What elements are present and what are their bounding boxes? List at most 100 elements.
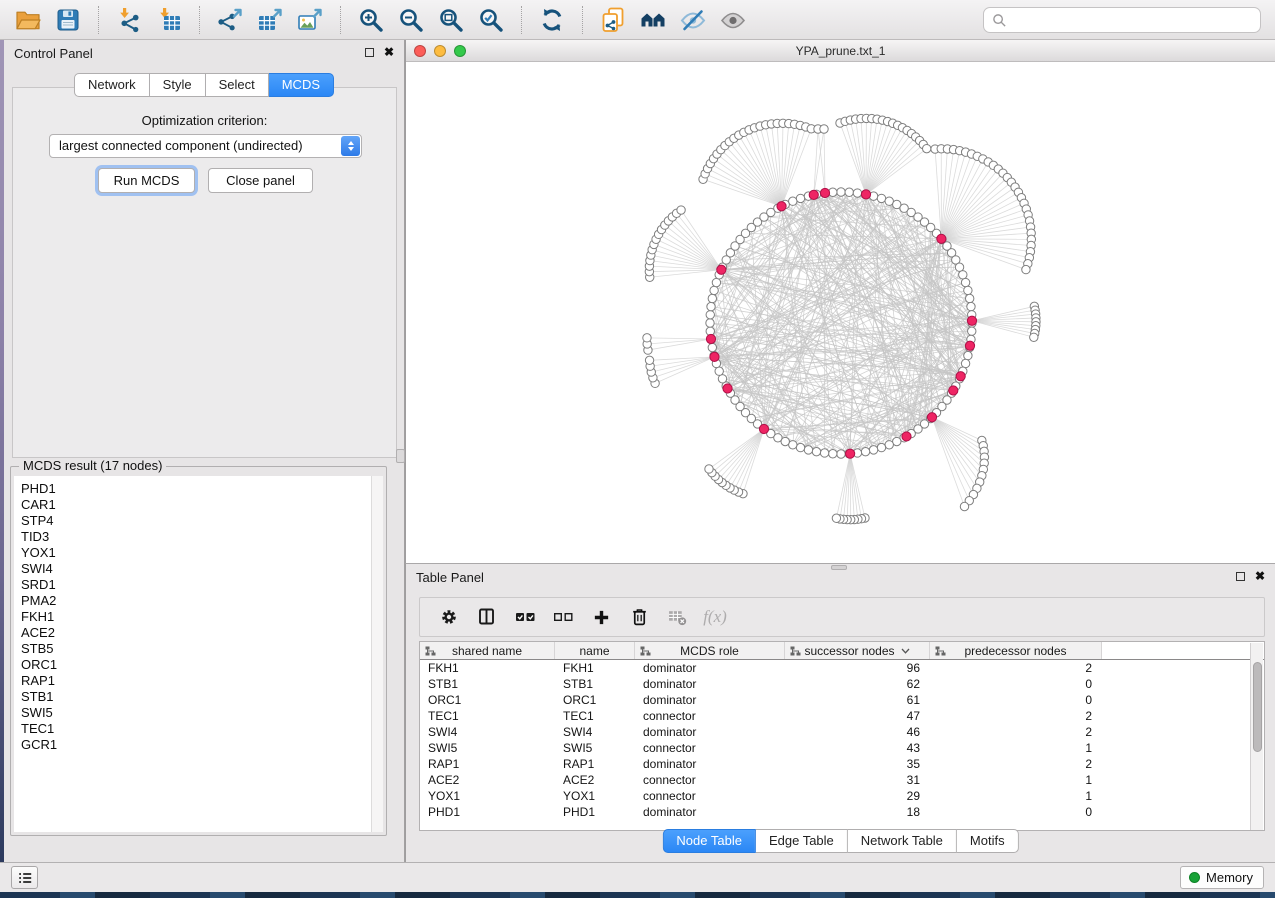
column-header-predecessor-nodes[interactable]: predecessor nodes [930,642,1102,659]
open-file-icon [15,7,41,33]
tab-style[interactable]: Style [150,73,206,97]
close-panel-button-2[interactable]: Close panel [208,168,313,193]
table-cell: 1 [930,740,1102,756]
mcds-result-item[interactable]: PMA2 [14,593,383,609]
mcds-result-item[interactable]: GCR1 [14,737,383,753]
column-browser-icon [477,607,497,627]
table-cell: 29 [785,788,930,804]
mcds-result-item[interactable]: CAR1 [14,497,383,513]
mcds-result-item[interactable]: STP4 [14,513,383,529]
toolbar-separator [98,6,99,34]
run-mcds-button[interactable]: Run MCDS [98,168,195,193]
table-row[interactable]: RAP1RAP1dominator352 [420,756,1264,772]
mcds-result-item[interactable]: STB5 [14,641,383,657]
float-table-panel-button[interactable] [1236,572,1245,581]
import-network-button[interactable] [109,3,149,37]
mcds-result-item[interactable]: ACE2 [14,625,383,641]
table-scrollbar-thumb[interactable] [1253,662,1262,752]
table-row[interactable]: FKH1FKH1dominator962 [420,660,1264,676]
clone-network-button[interactable] [593,3,633,37]
table-row[interactable]: TEC1TEC1connector472 [420,708,1264,724]
export-table-button[interactable] [250,3,290,37]
column-header-shared-name[interactable]: shared name [420,642,555,659]
network-canvas[interactable] [406,62,1275,562]
float-panel-button[interactable] [365,48,374,57]
refresh-network-button[interactable] [532,3,572,37]
mcds-result-group: MCDS result (17 nodes) PHD1CAR1STP4TID3Y… [10,466,387,836]
zoom-out-button[interactable] [391,3,431,37]
export-network-button[interactable] [210,3,250,37]
save-session-button[interactable] [48,3,88,37]
table-row[interactable]: SWI4SWI4dominator462 [420,724,1264,740]
table-cell: PHD1 [420,804,555,820]
mcds-result-item[interactable]: FKH1 [14,609,383,625]
tab-network-table[interactable]: Network Table [848,829,957,853]
close-panel-button[interactable]: ✖ [384,47,394,57]
shared-column-icon [640,646,651,656]
tab-motifs[interactable]: Motifs [957,829,1019,853]
memory-button[interactable]: Memory [1180,866,1264,889]
zoom-selected-button[interactable] [471,3,511,37]
table-cell: connector [635,708,785,724]
tab-edge-table[interactable]: Edge Table [756,829,848,853]
select-all-rows-button[interactable] [506,601,544,633]
export-image-button[interactable] [290,3,330,37]
table-row[interactable]: ORC1ORC1dominator610 [420,692,1264,708]
hide-selected-button[interactable] [673,3,713,37]
unselect-all-rows-button[interactable] [544,601,582,633]
mcds-list-scrollbar[interactable] [371,476,383,832]
first-neighbors-button[interactable] [633,3,673,37]
table-cell: ORC1 [555,692,635,708]
table-row[interactable]: SWI5SWI5connector431 [420,740,1264,756]
column-header-MCDS-role[interactable]: MCDS role [635,642,785,659]
close-window-button[interactable] [414,45,426,57]
table-cell: 47 [785,708,930,724]
add-row-button[interactable] [582,601,620,633]
table-cell: YOX1 [555,788,635,804]
close-table-panel-button[interactable]: ✖ [1255,571,1265,581]
tab-node-table[interactable]: Node Table [662,829,756,853]
table-row[interactable]: YOX1YOX1connector291 [420,788,1264,804]
column-settings-button[interactable] [430,601,468,633]
column-header-name[interactable]: name [555,642,635,659]
zoom-fit-button[interactable] [431,3,471,37]
select-all-rows-icon [515,607,536,627]
column-header-successor-nodes[interactable]: successor nodes [785,642,930,659]
maximize-window-button[interactable] [454,45,466,57]
table-cell: 0 [930,804,1102,820]
open-file-button[interactable] [8,3,48,37]
mcds-result-item[interactable]: PHD1 [14,481,383,497]
mcds-result-item[interactable]: YOX1 [14,545,383,561]
delete-table-button[interactable] [658,601,696,633]
column-browser-button[interactable] [468,601,506,633]
zoom-in-button[interactable] [351,3,391,37]
panel-splitter-grip[interactable] [396,449,405,463]
table-row[interactable]: ACE2ACE2connector311 [420,772,1264,788]
mcds-result-item[interactable]: TID3 [14,529,383,545]
optimization-criterion-select[interactable]: largest connected component (undirected) [49,134,362,158]
mcds-result-item[interactable]: STB1 [14,689,383,705]
mcds-result-item[interactable]: SWI5 [14,705,383,721]
table-row[interactable]: PHD1PHD1dominator180 [420,804,1264,820]
task-history-button[interactable] [11,866,38,889]
tab-mcds[interactable]: MCDS [269,73,334,97]
tab-network[interactable]: Network [74,73,150,97]
mcds-result-list[interactable]: PHD1CAR1STP4TID3YOX1SWI4SRD1PMA2FKH1ACE2… [14,476,383,832]
table-scrollbar[interactable] [1250,643,1263,830]
memory-label: Memory [1206,870,1253,885]
mcds-result-item[interactable]: SRD1 [14,577,383,593]
function-builder-button[interactable]: f(x) [696,601,734,633]
mcds-result-item[interactable]: TEC1 [14,721,383,737]
export-image-icon [297,7,323,33]
mcds-result-item[interactable]: RAP1 [14,673,383,689]
import-table-button[interactable] [149,3,189,37]
show-all-button[interactable] [713,3,753,37]
mcds-result-item[interactable]: SWI4 [14,561,383,577]
delete-row-icon [630,607,649,627]
search-input[interactable] [1012,10,1260,30]
tab-select[interactable]: Select [206,73,269,97]
delete-row-button[interactable] [620,601,658,633]
minimize-window-button[interactable] [434,45,446,57]
table-row[interactable]: STB1STB1dominator620 [420,676,1264,692]
mcds-result-item[interactable]: ORC1 [14,657,383,673]
